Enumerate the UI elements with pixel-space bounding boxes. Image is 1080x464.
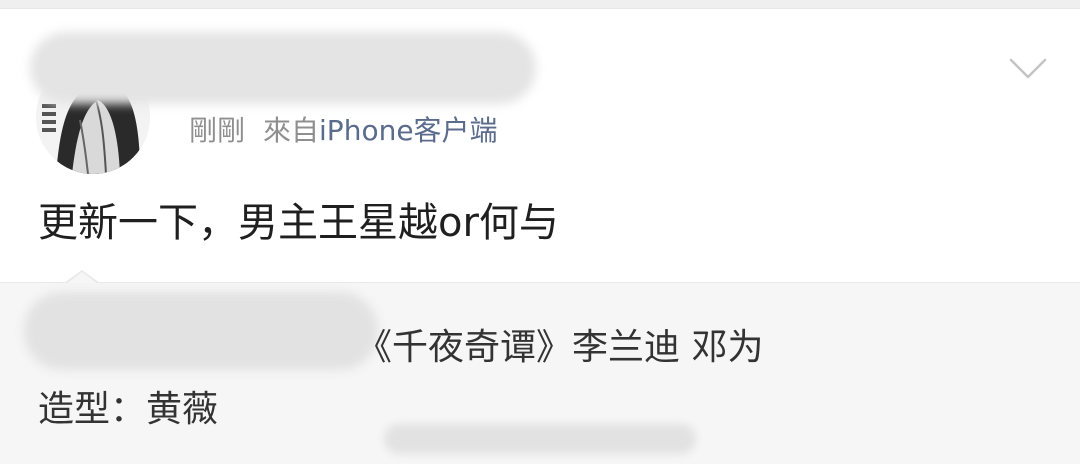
top-divider [0,0,1080,9]
repost-text-line-1: 《千夜奇谭》李兰迪 邓为 [356,327,764,368]
repost-notch-fill [66,272,98,284]
watermark-redacted [384,424,696,454]
post-source[interactable]: iPhone客户端 [319,109,498,149]
post-meta: 剛剛 來自 iPhone客户端 [189,108,498,150]
post-time: 剛剛 [189,114,246,147]
repost-text-line-2: 造型：黄薇 [38,389,219,430]
post-source-prefix: 來自 [263,114,320,147]
repost-author-redacted[interactable] [24,292,378,370]
username-redacted[interactable] [30,32,536,104]
chevron-down-icon[interactable] [1008,56,1048,82]
post-text: 更新一下，男主王星越or何与 [38,200,559,246]
